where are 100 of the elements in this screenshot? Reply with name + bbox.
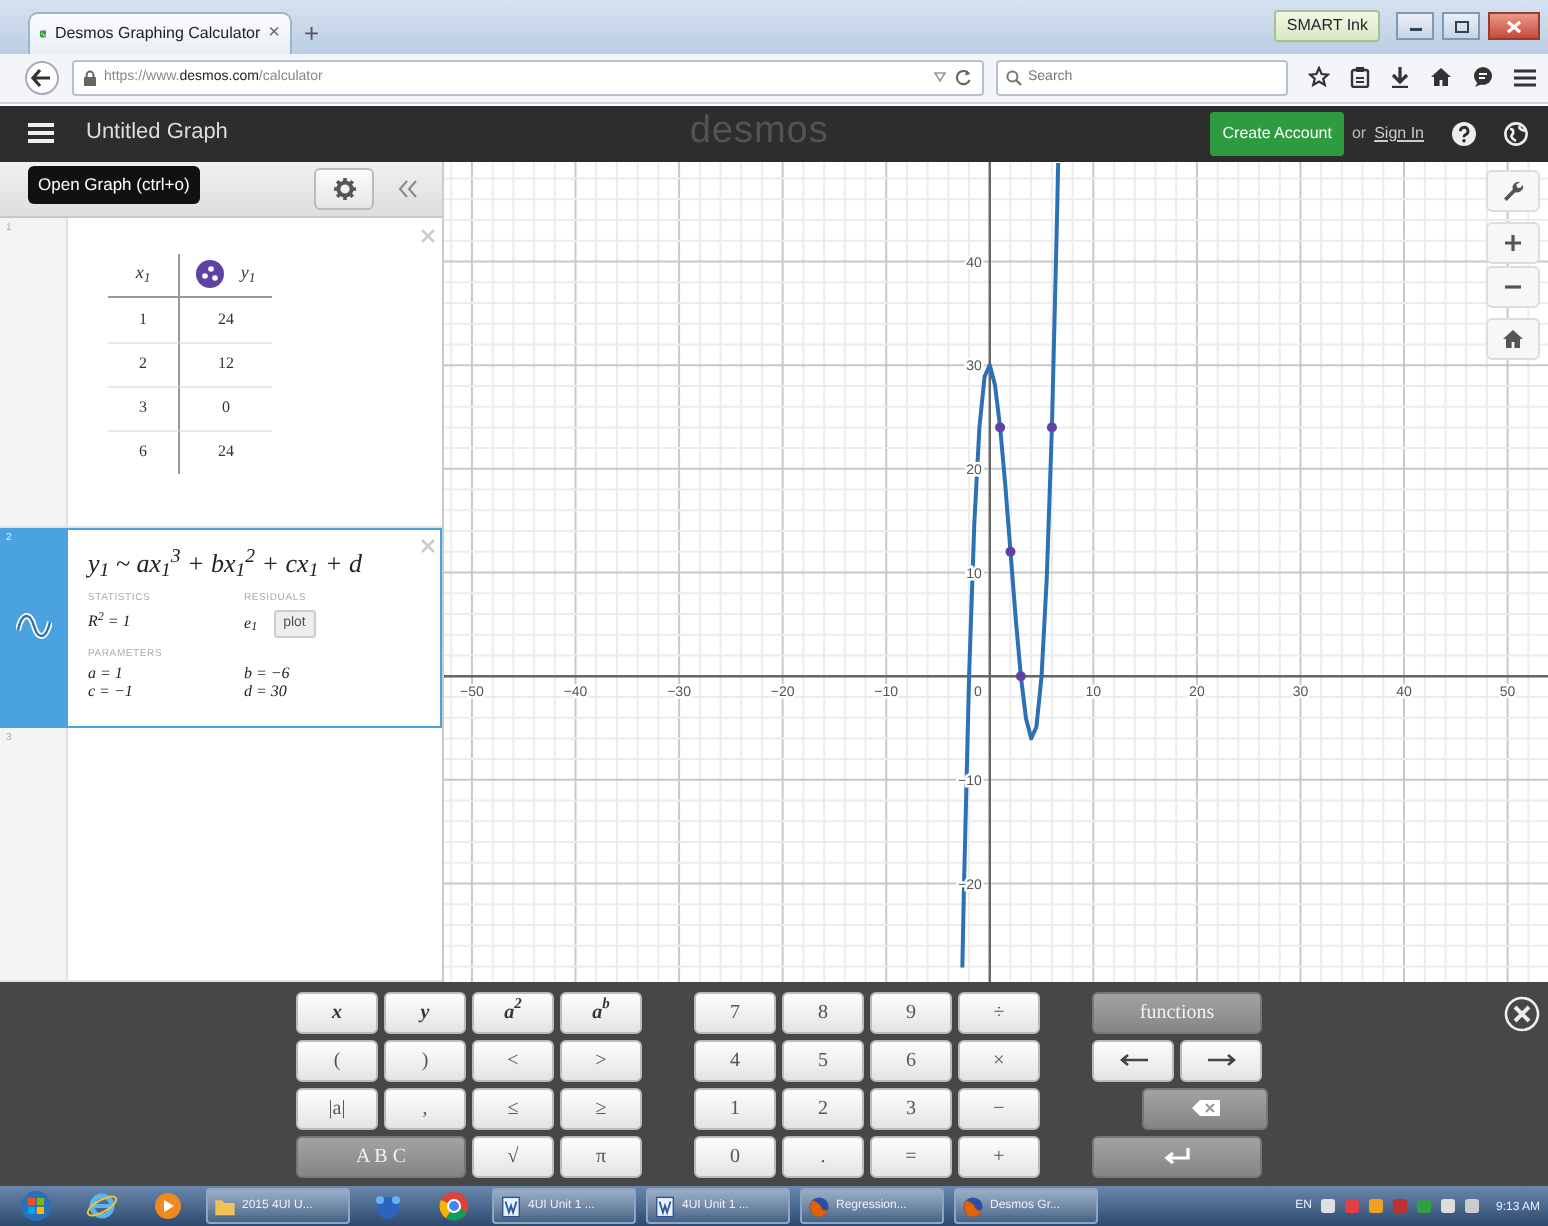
maximize-button[interactable] [1442,12,1480,41]
table-cell[interactable]: 2 [139,352,147,377]
column-header: x$_{1}$ [135,260,151,288]
browser-icon [962,1195,984,1218]
table-cell[interactable]: 24 [218,440,234,465]
home-icon[interactable] [1430,66,1452,89]
home-button[interactable] [1486,317,1540,360]
key[interactable]: 4 [694,1039,776,1082]
menu-icon[interactable] [1514,67,1536,88]
key[interactable]: , [384,1087,466,1130]
back-button[interactable] [24,59,60,96]
key[interactable]: a$^{2}$ [472,991,554,1034]
download-icon[interactable] [1390,66,1410,89]
key[interactable]: ÷ [958,991,1040,1034]
network-icon[interactable] [372,1190,404,1223]
parameter-value: a = 1 [88,665,125,682]
key[interactable]: 7 [694,991,776,1034]
key[interactable]: . [782,1135,864,1178]
zoom-in-icon [1502,231,1524,254]
key[interactable]: y [384,991,466,1034]
key[interactable]: x [296,991,378,1034]
enter-icon [1163,1148,1191,1165]
table-cell[interactable]: 3 [139,396,147,421]
points-icon[interactable] [196,260,225,289]
table-cell[interactable]: 24 [218,307,234,332]
new-tab-button[interactable]: + [292,14,332,54]
key[interactable]: |a| [296,1087,378,1130]
parameter-value: c = −1 [88,683,135,700]
wrench-icon [1502,179,1524,202]
left-arrow-key[interactable] [1092,1039,1174,1082]
right-arrow-key[interactable] [1180,1039,1262,1082]
document-icon [500,1195,522,1218]
key[interactable]: < [472,1039,554,1082]
smart-ink-widget[interactable]: SMART Ink [1274,10,1380,43]
table-cell[interactable]: 6 [139,440,147,465]
clipboard-icon[interactable] [1350,66,1370,89]
table-cell[interactable]: 1 [139,307,147,332]
left-arrow-icon [1119,1054,1147,1067]
key[interactable]: ( [296,1039,378,1082]
document-icon [654,1195,676,1218]
data-point [1015,670,1026,681]
key[interactable]: 8 [782,991,864,1034]
zoom-in-button[interactable] [1486,221,1540,264]
backspace-key[interactable] [1142,1087,1268,1130]
chat-icon[interactable] [1472,66,1494,89]
key[interactable]: ≥ [560,1087,642,1130]
parameter-value: b = −6 [244,665,292,682]
data-point [1046,421,1057,432]
bookmark-star-icon[interactable] [1308,66,1330,89]
key[interactable]: = [870,1135,952,1178]
browser-icon[interactable] [86,1190,118,1223]
key[interactable]: π [560,1135,642,1178]
browser-icon[interactable] [438,1190,470,1223]
create-account-button[interactable]: Create Account [1210,111,1344,156]
play-icon[interactable] [152,1190,184,1223]
globe-icon[interactable] [1504,121,1528,146]
key[interactable]: 6 [870,1039,952,1082]
close-button[interactable] [1488,12,1540,41]
settings-button[interactable] [314,167,374,210]
settings-icon [333,177,355,200]
data-point [1005,546,1016,557]
or-text: or [1351,121,1367,146]
key[interactable]: √ [472,1135,554,1178]
start-button[interactable] [20,1190,52,1223]
double-chevron-icon [398,179,418,198]
formula[interactable]: y$_{1}$ ~ ax$_{1}$$^{3}$ + bx$_{1}$$^{2}$ + cx$_{1}$ + d [88,543,442,583]
browser-tab[interactable]: Desmos Graphing Calculator × [28,11,292,54]
browser-icon [808,1195,830,1218]
key[interactable]: × [958,1039,1040,1082]
statistic-value: R$^{2}$ = 1 [88,609,133,634]
dropdown-icon[interactable] [934,72,946,83]
folder-icon [214,1195,236,1218]
key[interactable]: a$^{b}$ [560,991,642,1034]
key[interactable]: − [958,1087,1040,1130]
search-icon [1006,69,1022,86]
column-header: y$_{1}$ [240,260,256,288]
key[interactable]: 5 [782,1039,864,1082]
reload-icon[interactable] [954,68,972,87]
help-icon[interactable] [1452,121,1476,146]
backspace-icon [1191,1100,1219,1117]
key[interactable]: 2 [782,1087,864,1130]
close-icon [1506,19,1522,34]
table-cell[interactable]: 0 [222,396,230,421]
key[interactable]: 0 [694,1135,776,1178]
close-tab-button[interactable]: × [268,23,280,44]
tooltip: Open Graph (ctrl+o) [28,166,200,204]
minimize-button[interactable] [1396,12,1434,41]
key[interactable]: + [958,1135,1040,1178]
sign-in-link[interactable]: Sign In [1374,121,1424,146]
key[interactable]: ) [384,1039,466,1082]
parameter-value: d = 30 [244,683,289,700]
key[interactable]: ≤ [472,1087,554,1130]
key[interactable]: > [560,1039,642,1082]
right-arrow-icon [1207,1054,1235,1067]
table-cell[interactable]: 12 [218,352,234,377]
enter-key[interactable] [1092,1135,1262,1178]
key[interactable]: 1 [694,1087,776,1130]
key[interactable]: 9 [870,991,952,1034]
key[interactable]: 3 [870,1087,952,1130]
wrench-button[interactable] [1486,169,1540,212]
